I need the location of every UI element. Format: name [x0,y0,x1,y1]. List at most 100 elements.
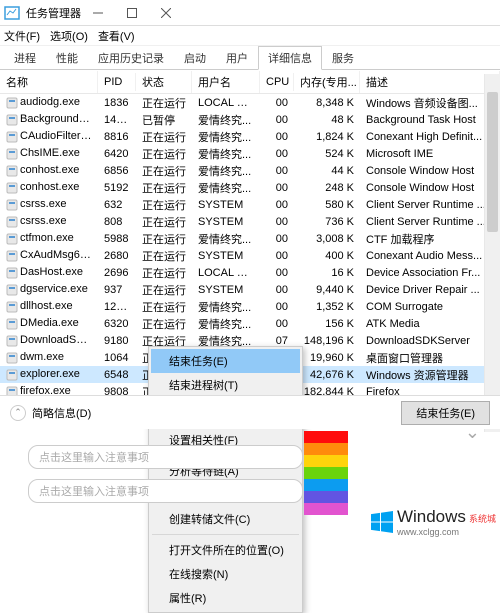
cell: 00 [260,250,294,262]
table-row[interactable]: dllhost.exe12152正在运行爱情终究...001,352 KCOM … [0,298,500,315]
brand-url: www.xclgg.com [397,527,496,537]
tab-3[interactable]: 启动 [174,46,216,70]
table-row[interactable]: csrss.exe808正在运行SYSTEM00736 KClient Serv… [0,213,500,230]
table-header: 名称PID状态用户名CPU内存(专用...描述 [0,70,500,94]
cell: LOCAL SE... [192,97,260,109]
cell: Conexant Audio Mess... [360,250,500,262]
cell: 爱情终究... [192,299,260,315]
cell: 248 K [294,182,360,194]
cell: Client Server Runtime ... [360,216,500,228]
cell: 00 [260,114,294,126]
col-header[interactable]: 用户名 [192,71,260,93]
col-header[interactable]: 名称 [0,71,98,93]
cell: 00 [260,97,294,109]
cell: Windows 音频设备图... [360,95,500,111]
table-row[interactable]: audiodg.exe1836正在运行LOCAL SE...008,348 KW… [0,94,500,111]
cell: csrss.exe [0,198,98,210]
cell: 14440 [98,114,136,126]
titlebar: 任务管理器 [0,0,500,26]
tab-0[interactable]: 进程 [4,46,46,70]
minimize-button[interactable] [81,2,115,24]
cell: ctfmon.exe [0,232,98,244]
cell: 正在运行 [136,282,192,298]
cell: 爱情终究... [192,231,260,247]
tab-4[interactable]: 用户 [216,46,258,70]
cell: 8,348 K [294,97,360,109]
brief-info-link[interactable]: 简略信息(D) [32,405,91,421]
watermark: Windows 系统城 www.xclgg.com [371,507,496,537]
cell: dwm.exe [0,351,98,363]
cell: SYSTEM [192,216,260,228]
table-row[interactable]: conhost.exe6856正在运行爱情终究...0044 KConsole … [0,162,500,179]
table-row[interactable]: CxAudMsg64.exe2680正在运行SYSTEM00400 KConex… [0,247,500,264]
tab-1[interactable]: 性能 [46,46,88,70]
cell: 1,352 K [294,301,360,313]
ctx-item[interactable]: 结束任务(E) [151,349,300,373]
cell: LOCAL SE... [192,267,260,279]
maximize-button[interactable] [115,2,149,24]
cell: 632 [98,199,136,211]
col-header[interactable]: 描述 [360,71,500,93]
table-row[interactable]: CAudioFilterAgent...8816正在运行爱情终究...001,8… [0,128,500,145]
col-header[interactable]: PID [98,73,136,91]
ctx-item[interactable]: 属性(R) [151,586,300,610]
windows-logo-icon [371,511,393,533]
close-button[interactable] [149,2,183,24]
tab-2[interactable]: 应用历史记录 [88,46,174,70]
ctx-item[interactable]: 在线搜索(N) [151,562,300,586]
menu-item[interactable]: 查看(V) [98,28,135,44]
cell: 正在运行 [136,265,192,281]
table-row[interactable]: ChsIME.exe6420正在运行爱情终究...00524 KMicrosof… [0,145,500,162]
table-row[interactable]: conhost.exe5192正在运行爱情终究...00248 KConsole… [0,179,500,196]
menu-item[interactable]: 文件(F) [4,28,40,44]
expand-icon[interactable]: ⌃ [10,405,26,421]
cell: SYSTEM [192,284,260,296]
col-header[interactable]: CPU [260,73,294,91]
table-row[interactable]: ctfmon.exe5988正在运行爱情终究...003,008 KCTF 加载… [0,230,500,247]
col-header[interactable]: 内存(专用... [294,71,360,93]
ctx-item[interactable]: 结束进程树(T) [151,373,300,397]
cell: 48 K [294,114,360,126]
cell: 524 K [294,148,360,160]
cell: 19,960 K [294,352,360,364]
cell: BackgroundTaskH... [0,113,98,125]
cell: SYSTEM [192,250,260,262]
menu-item[interactable]: 选项(O) [50,28,88,44]
scrollbar[interactable] [484,74,500,432]
col-header[interactable]: 状态 [136,71,192,93]
cell: dgservice.exe [0,283,98,295]
table-row[interactable]: csrss.exe632正在运行SYSTEM00580 KClient Serv… [0,196,500,213]
cell: Device Driver Repair ... [360,284,500,296]
cell: 6320 [98,318,136,330]
note-input-1[interactable]: 点击这里输入注意事项 [28,445,303,469]
cell: SYSTEM [192,199,260,211]
cell: 爱情终究... [192,316,260,332]
cell: conhost.exe [0,181,98,193]
end-task-button[interactable]: 结束任务(E) [401,401,490,425]
table-row[interactable]: BackgroundTaskH...14440已暂停爱情终究...0048 KB… [0,111,500,128]
collapse-caret-icon[interactable]: ⌄ [465,422,480,443]
table-row[interactable]: DMedia.exe6320正在运行爱情终究...00156 KATK Medi… [0,315,500,332]
cell: 1064 [98,352,136,364]
cell: Console Window Host [360,165,500,177]
cell: 爱情终究... [192,163,260,179]
tab-5[interactable]: 详细信息 [258,46,322,70]
cell: 正在运行 [136,299,192,315]
tab-6[interactable]: 服务 [322,46,364,70]
cell: ATK Media [360,318,500,330]
note-input-2[interactable]: 点击这里输入注意事项 [28,479,303,503]
cell: audiodg.exe [0,96,98,108]
cell: DMedia.exe [0,317,98,329]
cell: 00 [260,165,294,177]
table-row[interactable]: dgservice.exe937正在运行SYSTEM009,440 KDevic… [0,281,500,298]
cell: CTF 加载程序 [360,231,500,247]
ctx-item[interactable]: 打开文件所在的位置(O) [151,538,300,562]
cell: 937 [98,284,136,296]
cell: 1,824 K [294,131,360,143]
app-title: 任务管理器 [26,5,81,21]
cell: 8816 [98,131,136,143]
cell: 6420 [98,148,136,160]
table-row[interactable]: DasHost.exe2696正在运行LOCAL SE...0016 KDevi… [0,264,500,281]
cell: 6548 [98,369,136,381]
cell: 16 K [294,267,360,279]
